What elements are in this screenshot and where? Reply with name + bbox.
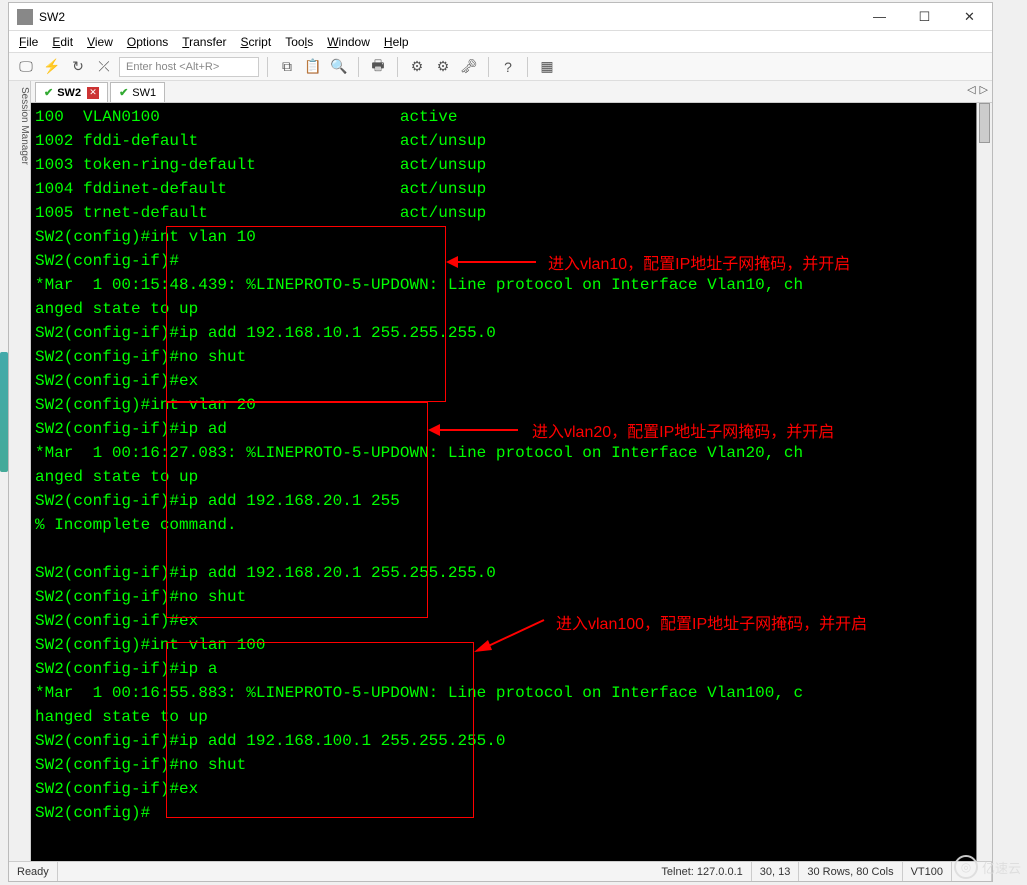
help-icon[interactable]: ? — [497, 56, 519, 78]
tab-prev-icon[interactable]: ◁ — [967, 83, 975, 96]
find-icon[interactable]: 🔍 — [328, 56, 350, 78]
minimize-button[interactable]: — — [857, 3, 902, 31]
toolbar: 🖵 ⚡ ↻ ⤫ Enter host <Alt+R> ⧉ 📋 🔍 🖶 ⚙ ⚙ 🗝… — [9, 53, 992, 81]
menu-script[interactable]: Script — [241, 35, 272, 49]
session-manager-icon[interactable]: 🖵 — [15, 56, 37, 78]
menubar: File Edit View Options Transfer Script T… — [9, 31, 992, 53]
about-icon[interactable]: ▦ — [536, 56, 558, 78]
app-icon — [17, 9, 33, 25]
status-cursor: 30, 13 — [752, 862, 800, 881]
watermark-text: 亿速云 — [982, 858, 1021, 877]
menu-edit[interactable]: Edit — [52, 35, 73, 49]
paste-icon[interactable]: 📋 — [302, 56, 324, 78]
status-ready: Ready — [9, 862, 58, 881]
session-options-icon[interactable]: ⚙ — [432, 56, 454, 78]
separator — [358, 57, 359, 77]
external-decoration — [0, 352, 8, 472]
menu-transfer[interactable]: Transfer — [182, 35, 226, 49]
options-icon[interactable]: ⚙ — [406, 56, 428, 78]
check-icon: ✔ — [119, 86, 128, 99]
tab-label: SW2 — [57, 87, 81, 99]
key-icon[interactable]: 🗝 — [458, 56, 480, 78]
host-input[interactable]: Enter host <Alt+R> — [119, 57, 259, 77]
menu-tools[interactable]: Tools — [285, 35, 313, 49]
copy-icon[interactable]: ⧉ — [276, 56, 298, 78]
reconnect-icon[interactable]: ↻ — [67, 56, 89, 78]
watermark-icon: ◎ — [954, 855, 978, 879]
separator — [488, 57, 489, 77]
tab-sw2[interactable]: ✔ SW2 ✕ — [35, 82, 108, 102]
window-title: SW2 — [39, 10, 857, 24]
menu-view[interactable]: View — [87, 35, 113, 49]
app-window: SW2 — ☐ ✕ File Edit View Options Transfe… — [8, 2, 993, 882]
watermark: ◎ 亿速云 — [954, 855, 1021, 879]
print-icon[interactable]: 🖶 — [367, 56, 389, 78]
disconnect-icon[interactable]: ⤫ — [93, 56, 115, 78]
tab-next-icon[interactable]: ▷ — [980, 83, 988, 96]
status-emulation: VT100 — [903, 862, 952, 881]
tab-label: SW1 — [132, 87, 156, 99]
menu-options[interactable]: Options — [127, 35, 168, 49]
statusbar: Ready Telnet: 127.0.0.1 30, 13 30 Rows, … — [9, 861, 992, 881]
tabbar: ✔ SW2 ✕ ✔ SW1 ◁ ▷ — [31, 81, 992, 103]
titlebar[interactable]: SW2 — ☐ ✕ — [9, 3, 992, 31]
status-size: 30 Rows, 80 Cols — [799, 862, 902, 881]
quick-connect-icon[interactable]: ⚡ — [41, 56, 63, 78]
maximize-button[interactable]: ☐ — [902, 3, 947, 31]
check-icon: ✔ — [44, 86, 53, 99]
menu-file[interactable]: File — [19, 35, 38, 49]
close-tab-icon[interactable]: ✕ — [87, 87, 99, 99]
tab-sw1[interactable]: ✔ SW1 — [110, 82, 165, 102]
status-connection: Telnet: 127.0.0.1 — [653, 862, 751, 881]
scrollbar-thumb[interactable] — [979, 103, 990, 143]
separator — [397, 57, 398, 77]
menu-help[interactable]: Help — [384, 35, 409, 49]
session-manager-tab[interactable]: Session Manager — [9, 81, 31, 861]
separator — [267, 57, 268, 77]
terminal-output[interactable]: 100 VLAN0100 active 1002 fddi-default ac… — [35, 105, 974, 859]
separator — [527, 57, 528, 77]
terminal[interactable]: 100 VLAN0100 active 1002 fddi-default ac… — [31, 103, 992, 861]
scrollbar[interactable] — [976, 103, 992, 861]
close-button[interactable]: ✕ — [947, 3, 992, 31]
menu-window[interactable]: Window — [327, 35, 370, 49]
